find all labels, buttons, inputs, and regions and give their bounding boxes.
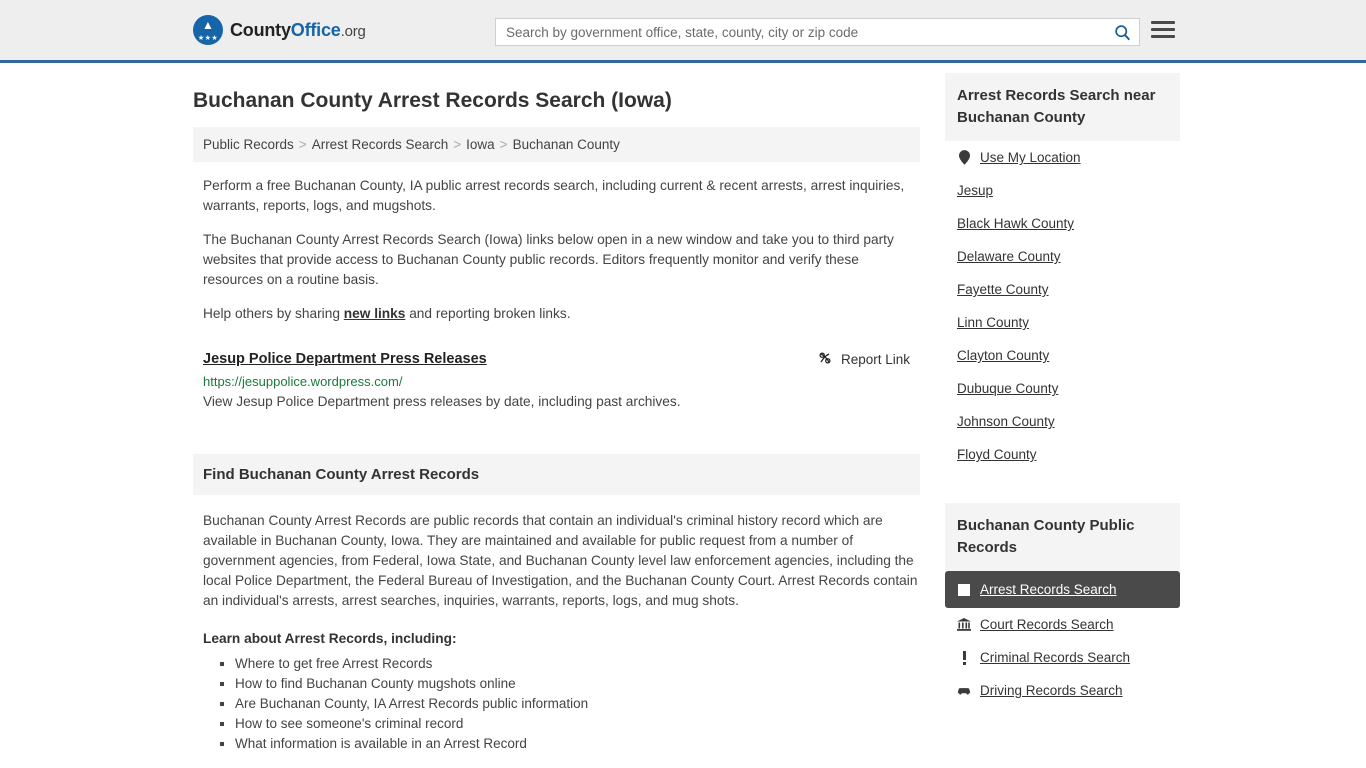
page-container: Buchanan County Arrest Records Search (I… (0, 63, 1366, 754)
share-text-before: Help others by sharing (203, 306, 344, 321)
sidebar-item-label[interactable]: Clayton County (957, 348, 1049, 363)
site-header: ▲ ★★★ CountyOffice.org (0, 0, 1366, 63)
car-icon (957, 686, 971, 695)
broken-link-icon (817, 350, 833, 369)
exclamation-icon (957, 650, 971, 665)
sidebar-item-driving-records-search[interactable]: Driving Records Search (945, 674, 1180, 707)
report-link-label: Report Link (840, 352, 910, 367)
search-bar[interactable] (495, 18, 1140, 46)
sidebar-item-fayette-county[interactable]: Fayette County (945, 273, 1180, 306)
list-item: Where to get free Arrest Records (235, 654, 920, 674)
sidebar-item-johnson-county[interactable]: Johnson County (945, 405, 1180, 438)
sidebar-near-heading: Arrest Records Search near Buchanan Coun… (945, 73, 1180, 141)
sidebar-item-linn-county[interactable]: Linn County (945, 306, 1180, 339)
breadcrumb: Public Records > Arrest Records Search > Iow… (193, 127, 920, 162)
sidebar-item-label[interactable]: Arrest Records Search (980, 582, 1117, 597)
report-link-button[interactable]: Report Link (817, 350, 910, 369)
sidebar-near-list: Use My Location Jesup Black Hawk County … (945, 141, 1180, 471)
courthouse-icon (957, 618, 971, 631)
logo-text: CountyOffice.org (230, 20, 366, 41)
sidebar-item-delaware-county[interactable]: Delaware County (945, 240, 1180, 273)
sidebar-item-criminal-records-search[interactable]: Criminal Records Search (945, 641, 1180, 674)
learn-heading: Learn about Arrest Records, including: (203, 631, 457, 646)
hamburger-menu-icon[interactable] (1151, 21, 1175, 38)
sidebar-item-court-records-search[interactable]: Court Records Search (945, 608, 1180, 641)
sidebar-item-jesup[interactable]: Jesup (945, 174, 1180, 207)
sidebar-public-records-block: Buchanan County Public Records Arrest Re… (945, 503, 1180, 707)
find-section-body: Buchanan County Arrest Records are publi… (203, 513, 918, 608)
sidebar-item-label[interactable]: Jesup (957, 183, 993, 198)
result-description: View Jesup Police Department press relea… (203, 394, 681, 409)
result-url: https://jesuppolice.wordpress.com/ (203, 374, 403, 389)
breadcrumb-item-public-records[interactable]: Public Records (203, 137, 294, 152)
sidebar-item-label[interactable]: Court Records Search (980, 617, 1114, 632)
intro-paragraph-1: Perform a free Buchanan County, IA publi… (203, 178, 905, 213)
sidebar-item-clayton-county[interactable]: Clayton County (945, 339, 1180, 372)
search-input[interactable] (496, 24, 1105, 40)
list-item: How to find Buchanan County mugshots onl… (235, 674, 920, 694)
breadcrumb-item-buchanan-county[interactable]: Buchanan County (513, 137, 620, 152)
breadcrumb-separator: > (499, 137, 508, 152)
sidebar-item-arrest-records-search[interactable]: Arrest Records Search (945, 571, 1180, 608)
sidebar-item-label[interactable]: Fayette County (957, 282, 1049, 297)
sidebar-item-label[interactable]: Johnson County (957, 414, 1055, 429)
share-text-after: and reporting broken links. (405, 306, 571, 321)
breadcrumb-item-iowa[interactable]: Iowa (466, 137, 495, 152)
sidebar-item-label[interactable]: Linn County (957, 315, 1029, 330)
logo-part-org: .org (340, 22, 366, 40)
list-item: What information is available in an Arre… (235, 734, 920, 754)
sidebar-public-records-list: Arrest Records Search Court Records Sear… (945, 571, 1180, 707)
sidebar-item-label[interactable]: Dubuque County (957, 381, 1058, 396)
eagle-crest-icon: ▲ ★★★ (193, 15, 223, 45)
result-item: Jesup Police Department Press Releases R… (203, 350, 920, 412)
sidebar-item-dubuque-county[interactable]: Dubuque County (945, 372, 1180, 405)
breadcrumb-separator: > (298, 137, 307, 152)
learn-list: Where to get free Arrest Records How to … (203, 654, 920, 754)
sidebar-item-label[interactable]: Driving Records Search (980, 683, 1123, 698)
logo-part-county: County (230, 19, 291, 40)
map-pin-icon (957, 150, 971, 165)
list-item: Are Buchanan County, IA Arrest Records p… (235, 694, 920, 714)
search-icon[interactable] (1105, 19, 1139, 45)
page-title: Buchanan County Arrest Records Search (I… (193, 89, 672, 112)
sidebar: Arrest Records Search near Buchanan Coun… (945, 63, 1180, 754)
logo-part-office: Office (290, 19, 341, 40)
sidebar-item-label[interactable]: Use My Location (980, 150, 1081, 165)
sidebar-item-label[interactable]: Black Hawk County (957, 216, 1074, 231)
list-item: How to see someone's criminal record (235, 714, 920, 734)
breadcrumb-item-arrest-records-search[interactable]: Arrest Records Search (312, 137, 449, 152)
find-section-heading: Find Buchanan County Arrest Records (193, 454, 920, 495)
breadcrumb-separator: > (453, 137, 462, 152)
square-icon (957, 583, 971, 596)
sidebar-item-use-my-location[interactable]: Use My Location (945, 141, 1180, 174)
new-links-link[interactable]: new links (344, 306, 406, 321)
result-title-link[interactable]: Jesup Police Department Press Releases (203, 351, 487, 367)
intro-paragraph-3: Help others by sharing new links and rep… (203, 304, 913, 324)
intro-section: Perform a free Buchanan County, IA publi… (193, 176, 920, 324)
sidebar-public-records-heading: Buchanan County Public Records (945, 503, 1180, 571)
sidebar-item-black-hawk-county[interactable]: Black Hawk County (945, 207, 1180, 240)
main-content: Buchanan County Arrest Records Search (I… (193, 63, 920, 754)
intro-paragraph-2: The Buchanan County Arrest Records Searc… (203, 232, 894, 287)
sidebar-item-label[interactable]: Delaware County (957, 249, 1061, 264)
sidebar-item-label[interactable]: Floyd County (957, 447, 1037, 462)
sidebar-item-floyd-county[interactable]: Floyd County (945, 438, 1180, 471)
site-logo[interactable]: ▲ ★★★ CountyOffice.org (193, 15, 366, 45)
sidebar-item-label[interactable]: Criminal Records Search (980, 650, 1130, 665)
